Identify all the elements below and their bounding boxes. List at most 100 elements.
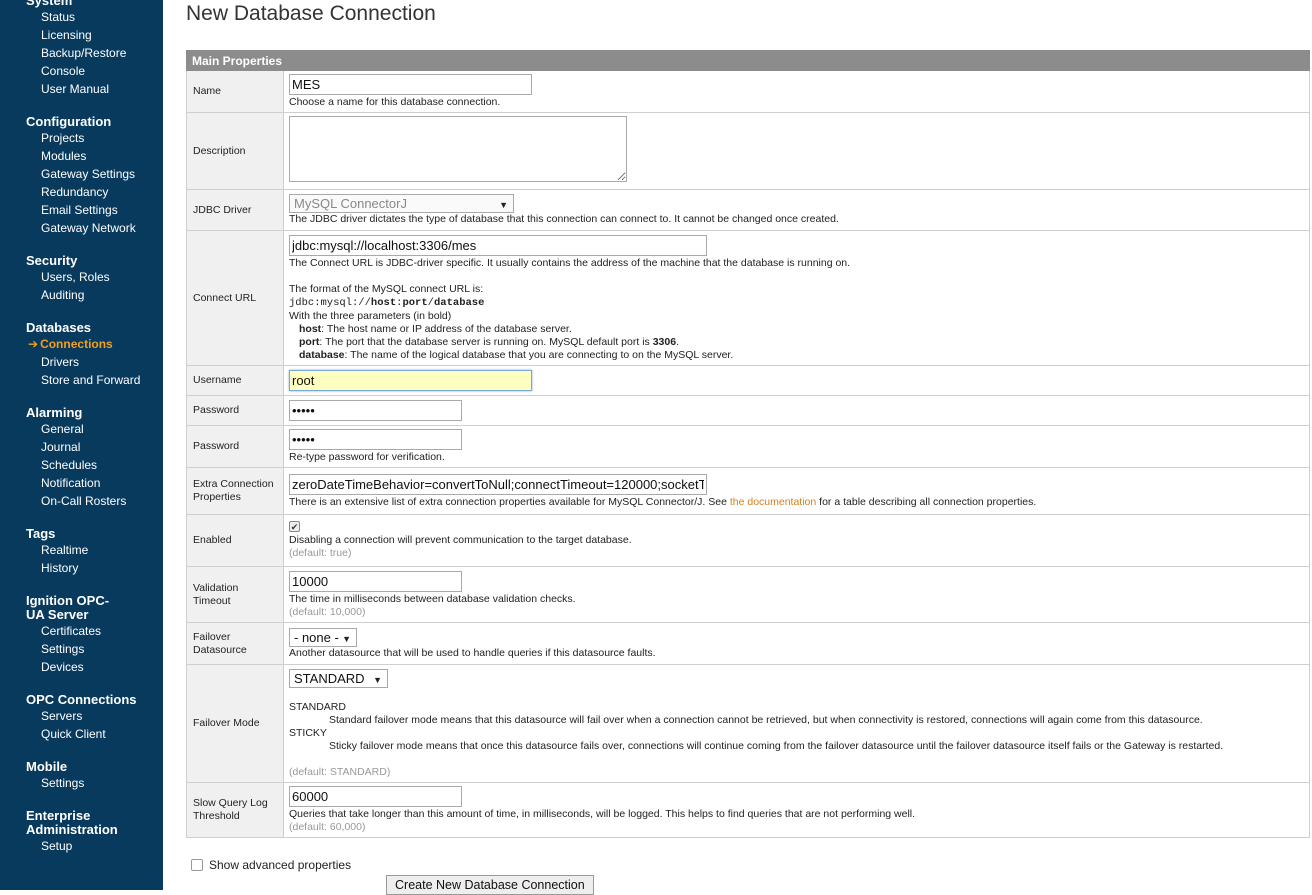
arrow-right-icon: ➔: [28, 337, 39, 351]
row-password-confirm: Password Re-type password for verificati…: [186, 425, 1310, 468]
label-connect-url: Connect URL: [186, 230, 284, 366]
format-database: database: [433, 296, 485, 309]
nav-group-security: Security Users, Roles Auditing: [0, 254, 163, 304]
sidebar-item-connections[interactable]: ➔ Connections: [0, 335, 163, 353]
param-database-desc: : The name of the logical database that …: [344, 348, 734, 361]
validation-timeout-input[interactable]: [289, 570, 462, 592]
sidebar-item-backup-restore[interactable]: Backup/Restore: [0, 44, 163, 62]
sidebar-item-schedules[interactable]: Schedules: [0, 456, 163, 474]
checkmark-icon: ✔: [290, 522, 299, 532]
slow-query-threshold-desc: Queries that take longer than this amoun…: [289, 808, 916, 820]
create-connection-button[interactable]: Create New Database Connection: [386, 875, 594, 895]
sidebar-item-auditing[interactable]: Auditing: [0, 286, 163, 304]
page-title: New Database Connection: [186, 2, 436, 25]
sidebar-item-email-settings[interactable]: Email Settings: [0, 201, 163, 219]
row-connect-url: Connect URL The Connect URL is JDBC-driv…: [186, 230, 1310, 366]
sidebar-item-devices[interactable]: Devices: [0, 658, 163, 676]
row-failover-datasource: Failover Datasource - none - ▼ Another d…: [186, 622, 1310, 665]
sidebar-item-console[interactable]: Console: [0, 62, 163, 80]
sidebar-item-redundancy[interactable]: Redundancy: [0, 183, 163, 201]
jdbc-driver-desc: The JDBC driver dictates the type of dat…: [289, 213, 839, 225]
row-slow-query-threshold: Slow Query Log Threshold Queries that ta…: [186, 782, 1310, 838]
extra-properties-desc: There is an extensive list of extra conn…: [289, 496, 1036, 508]
row-failover-mode: Failover Mode STANDARD ▼ STANDARD Standa…: [186, 664, 1310, 783]
sidebar-item-on-call-rosters[interactable]: On-Call Rosters: [0, 492, 163, 510]
sidebar-item-general[interactable]: General: [0, 420, 163, 438]
sidebar-item-certificates[interactable]: Certificates: [0, 622, 163, 640]
sidebar-item-servers[interactable]: Servers: [0, 707, 163, 725]
password-confirm-desc: Re-type password for verification.: [289, 451, 445, 463]
row-extra-properties: Extra Connection Properties There is an …: [186, 467, 1310, 515]
label-username: Username: [186, 365, 284, 396]
password-input[interactable]: [289, 399, 462, 421]
sidebar-item-drivers[interactable]: Drivers: [0, 353, 163, 371]
nav-head-security: Security: [26, 253, 78, 268]
extra-properties-input[interactable]: [289, 473, 707, 495]
sidebar-item-store-and-forward[interactable]: Store and Forward: [0, 371, 163, 389]
show-advanced-checkbox[interactable]: [191, 859, 203, 871]
sidebar-item-projects[interactable]: Projects: [0, 129, 163, 147]
failover-mode-opt1: STANDARD: [289, 700, 346, 713]
name-desc: Choose a name for this database connecti…: [289, 96, 501, 108]
nav-group-configuration: Configuration Projects Modules Gateway S…: [0, 115, 163, 237]
sidebar-item-setup[interactable]: Setup: [0, 837, 163, 855]
sidebar-item-mobile-settings[interactable]: Settings: [0, 774, 163, 792]
label-extra-properties: Extra Connection Properties: [186, 467, 284, 515]
sidebar-item-realtime[interactable]: Realtime: [0, 541, 163, 559]
description-textarea[interactable]: [289, 116, 627, 182]
properties-table: Main Properties Name Choose a name for t…: [186, 50, 1310, 838]
connect-url-input[interactable]: [289, 234, 707, 256]
failover-datasource-select[interactable]: - none - ▼: [289, 627, 357, 647]
nav-head-enterprise: Enterprise Administration: [26, 808, 118, 837]
nav-head-opc-connections: OPC Connections: [26, 692, 137, 707]
nav-group-tags: Tags Realtime History: [0, 527, 163, 577]
slow-query-threshold-input[interactable]: [289, 786, 462, 807]
format-port: port: [402, 296, 428, 309]
param-port: port: The port that the database server …: [289, 336, 679, 348]
connect-url-desc: The Connect URL is JDBC-driver specific.…: [289, 256, 851, 269]
nav-head-databases: Databases: [26, 320, 92, 335]
sidebar-item-quick-client[interactable]: Quick Client: [0, 725, 163, 743]
name-input[interactable]: [289, 74, 532, 95]
connect-url-params-intro: With the three parameters (in bold): [289, 309, 452, 322]
sidebar-item-gateway-network[interactable]: Gateway Network: [0, 219, 163, 237]
param-host: host: The host name or IP address of the…: [289, 323, 572, 335]
documentation-link[interactable]: the documentation: [730, 496, 816, 508]
failover-datasource-value: - none -: [294, 629, 339, 645]
sidebar-item-user-manual[interactable]: User Manual: [0, 80, 163, 98]
param-host-term: host: [299, 322, 322, 335]
param-port-end: .: [676, 335, 679, 348]
failover-mode-select[interactable]: STANDARD ▼: [289, 668, 388, 688]
sidebar-item-status[interactable]: Status: [0, 8, 163, 26]
label-slow-query-threshold: Slow Query Log Threshold: [186, 782, 284, 838]
password-confirm-input[interactable]: [289, 429, 462, 450]
section-header: Main Properties: [186, 50, 1310, 71]
sidebar-item-journal[interactable]: Journal: [0, 438, 163, 456]
sidebar-item-opcua-settings[interactable]: Settings: [0, 640, 163, 658]
row-enabled: Enabled ✔ Disabling a connection will pr…: [186, 514, 1310, 567]
jdbc-driver-select[interactable]: MySQL ConnectorJ ▼: [289, 194, 514, 213]
show-advanced-toggle[interactable]: Show advanced properties: [191, 858, 351, 872]
sidebar-item-gateway-settings[interactable]: Gateway Settings: [0, 165, 163, 183]
sidebar-item-history[interactable]: History: [0, 559, 163, 577]
enabled-desc: Disabling a connection will prevent comm…: [289, 534, 632, 546]
jdbc-driver-value: MySQL ConnectorJ: [294, 196, 407, 211]
failover-mode-opt2-desc: Sticky failover mode means that once thi…: [329, 739, 1224, 752]
caret-down-icon: ▼: [373, 674, 382, 685]
nav-group-mobile: Mobile Settings: [0, 760, 163, 792]
sidebar-item-notification[interactable]: Notification: [0, 474, 163, 492]
nav-head-system: System: [26, 0, 73, 8]
nav-group-alarming: Alarming General Journal Schedules Notif…: [0, 406, 163, 510]
param-host-desc: : The host name or IP address of the dat…: [321, 322, 572, 335]
row-description: Description: [186, 112, 1310, 190]
sidebar-item-modules[interactable]: Modules: [0, 147, 163, 165]
label-password-confirm: Password: [186, 425, 284, 468]
sidebar: System Status Licensing Backup/Restore C…: [0, 0, 163, 890]
label-failover-mode: Failover Mode: [186, 664, 284, 783]
nav-head-opc-ua-server: Ignition OPC-UA Server: [26, 593, 110, 622]
sidebar-item-users-roles[interactable]: Users, Roles: [0, 268, 163, 286]
username-input[interactable]: [289, 369, 532, 391]
sidebar-item-licensing[interactable]: Licensing: [0, 26, 163, 44]
enabled-checkbox[interactable]: ✔: [289, 521, 300, 532]
connect-url-format-intro: The format of the MySQL connect URL is:: [289, 282, 484, 295]
